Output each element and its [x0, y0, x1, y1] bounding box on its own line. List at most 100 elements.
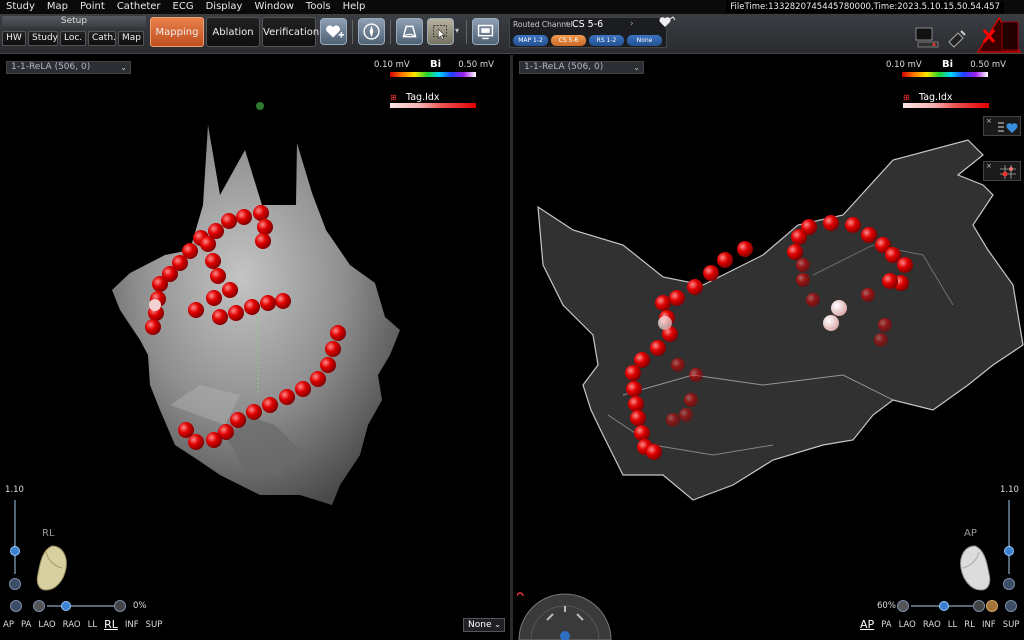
display-layout-button[interactable]	[472, 18, 499, 45]
left-orient-lao[interactable]: LAO	[38, 620, 55, 631]
right-orient-lao[interactable]: LAO	[899, 620, 916, 631]
routed-channel-selector[interactable]: Routed Channel ‹ CS 5-6 › MAP 1-2 CS 5-6…	[509, 17, 667, 48]
right-orient-rao[interactable]: RAO	[923, 620, 941, 631]
heart-add-button[interactable]	[320, 18, 347, 45]
right-rotate-button[interactable]	[1005, 600, 1017, 612]
right-orient-inf[interactable]: INF	[982, 620, 996, 631]
ablation-tag-sphere	[679, 408, 693, 422]
left-zoom-slider[interactable]	[10, 500, 20, 574]
heart-list-icon	[998, 122, 1018, 133]
setup-loc-button[interactable]: Loc.	[60, 31, 86, 46]
ablation-tag-sphere	[257, 219, 273, 235]
close-icon[interactable]: ×	[986, 162, 992, 170]
menu-map[interactable]: Map	[41, 0, 74, 14]
ablation-tag-sphere	[246, 404, 262, 420]
left-3d-view[interactable]: 1-1-ReLA (506, 0) ⌄ 0.10 mV Bi 0.50 mV ⊞…	[0, 55, 510, 640]
left-opacity-knob[interactable]	[61, 601, 71, 611]
file-time-readout: FileTime:1332820745445780000,Time:2023.5…	[726, 1, 1004, 13]
menu-window[interactable]: Window	[248, 0, 299, 14]
left-orient-sup[interactable]: SUP	[146, 620, 163, 631]
setup-cath-button[interactable]: Cath.	[88, 31, 116, 46]
geometry-button[interactable]	[396, 18, 423, 45]
channel-map-1-2-button[interactable]: MAP 1-2	[513, 35, 548, 46]
left-heart-orientation-icon[interactable]	[32, 542, 72, 594]
select-tool-button[interactable]	[427, 18, 454, 45]
left-tag-index-legend[interactable]: ⊞ Tag.Idx	[390, 92, 476, 110]
left-zoom-knob[interactable]	[10, 546, 20, 556]
left-orient-ap[interactable]: AP	[3, 620, 14, 631]
left-orient-rl[interactable]: RL	[104, 618, 118, 631]
left-display-select[interactable]: None ⌄	[463, 618, 505, 632]
right-orient-sup[interactable]: SUP	[1003, 620, 1020, 631]
right-orient-ll[interactable]: LL	[948, 620, 957, 631]
left-reset-view-button[interactable]	[9, 578, 21, 590]
verification-mode-button[interactable]: Verification	[262, 17, 319, 47]
geometry-icon	[402, 25, 417, 38]
right-zoom-knob[interactable]	[1004, 546, 1014, 556]
left-opacity-slider[interactable]	[47, 601, 117, 611]
left-map-selector[interactable]: 1-1-ReLA (506, 0) ⌄	[6, 61, 131, 74]
setup-label[interactable]: Setup	[2, 16, 146, 27]
menu-help[interactable]: Help	[337, 0, 372, 14]
setup-hw-button[interactable]: HW	[2, 31, 26, 46]
right-heart-orientation-icon[interactable]	[953, 542, 993, 594]
chevron-down-icon: ⌄	[633, 63, 640, 72]
menu-tools[interactable]: Tools	[300, 0, 337, 14]
ablation-tag-sphere	[806, 293, 820, 307]
channel-none-button[interactable]: None	[627, 35, 662, 46]
ablation-generator-status-icon	[976, 16, 1022, 53]
ablation-tag-sphere	[205, 253, 221, 269]
left-orient-pa[interactable]: PA	[21, 620, 31, 631]
right-voltage-scale[interactable]: 0.10 mV Bi 0.50 mV	[886, 58, 1006, 82]
menu-point[interactable]: Point	[74, 0, 111, 14]
right-opacity-knob[interactable]	[939, 601, 949, 611]
left-anatomy-render[interactable]	[0, 55, 510, 640]
select-tool-dropdown-icon[interactable]: ▾	[455, 26, 459, 35]
right-orient-pa[interactable]: PA	[881, 620, 891, 631]
right-overlay-heart-toggle[interactable]: ×	[983, 116, 1021, 136]
menu-study[interactable]: Study	[0, 0, 41, 14]
left-tag-pale	[149, 299, 161, 311]
right-zoom-slider[interactable]	[1004, 500, 1014, 574]
channel-cs-5-6-button[interactable]: CS 5-6	[551, 35, 586, 46]
ablation-tag-sphere	[671, 358, 685, 372]
right-orient-rl[interactable]: RL	[964, 620, 975, 631]
right-orient-ap[interactable]: AP	[860, 618, 874, 631]
channel-prev-icon[interactable]: ‹	[565, 19, 569, 29]
left-orient-inf[interactable]: INF	[125, 620, 139, 631]
ablation-tag-sphere	[228, 305, 244, 321]
left-voltage-scale[interactable]: 0.10 mV Bi 0.50 mV	[374, 58, 494, 82]
channel-rs-1-2-button[interactable]: RS 1-2	[589, 35, 624, 46]
menu-catheter[interactable]: Catheter	[111, 0, 167, 14]
catheter-navigation-widget[interactable]	[517, 590, 613, 640]
right-opacity-plus-icon[interactable]	[973, 600, 985, 612]
menu-ecg[interactable]: ECG	[167, 0, 200, 14]
close-icon[interactable]: ×	[986, 117, 992, 125]
left-color-bar	[390, 72, 476, 77]
right-overlay-grid-toggle[interactable]: ×	[983, 161, 1021, 181]
left-orient-ll[interactable]: LL	[88, 620, 97, 631]
setup-map-button[interactable]: Map	[118, 31, 144, 46]
right-map-selector[interactable]: 1-1-ReLA (506, 0) ⌄	[519, 61, 644, 74]
menu-display[interactable]: Display	[200, 0, 249, 14]
mapping-mode-button[interactable]: Mapping	[150, 17, 204, 47]
right-tag-index-legend[interactable]: ⊞ Tag.Idx	[903, 92, 989, 110]
right-reset-view-button[interactable]	[1003, 578, 1015, 590]
right-anatomy-render[interactable]	[513, 55, 1024, 640]
left-rotate-button[interactable]	[10, 600, 22, 612]
right-atrium-mesh	[537, 139, 1024, 501]
left-opacity-plus-icon[interactable]	[114, 600, 126, 612]
left-view-label: RL	[42, 528, 55, 539]
cursor-select-icon	[433, 25, 447, 40]
left-orient-rao[interactable]: RAO	[63, 620, 81, 631]
ablation-mode-button[interactable]: Ablation	[206, 17, 260, 47]
compass-button[interactable]	[358, 18, 385, 45]
right-opacity-slider[interactable]	[911, 601, 973, 611]
setup-study-button[interactable]: Study	[28, 31, 58, 46]
ablation-tag-sphere	[260, 295, 276, 311]
right-3d-view[interactable]: 1-1-ReLA (506, 0) ⌄ 0.10 mV Bi 0.50 mV ⊞…	[513, 55, 1024, 640]
right-texture-button[interactable]	[986, 600, 998, 612]
right-view-label: AP	[964, 528, 977, 539]
ablation-tag-sphere	[796, 258, 810, 272]
channel-next-icon[interactable]: ›	[630, 19, 634, 29]
